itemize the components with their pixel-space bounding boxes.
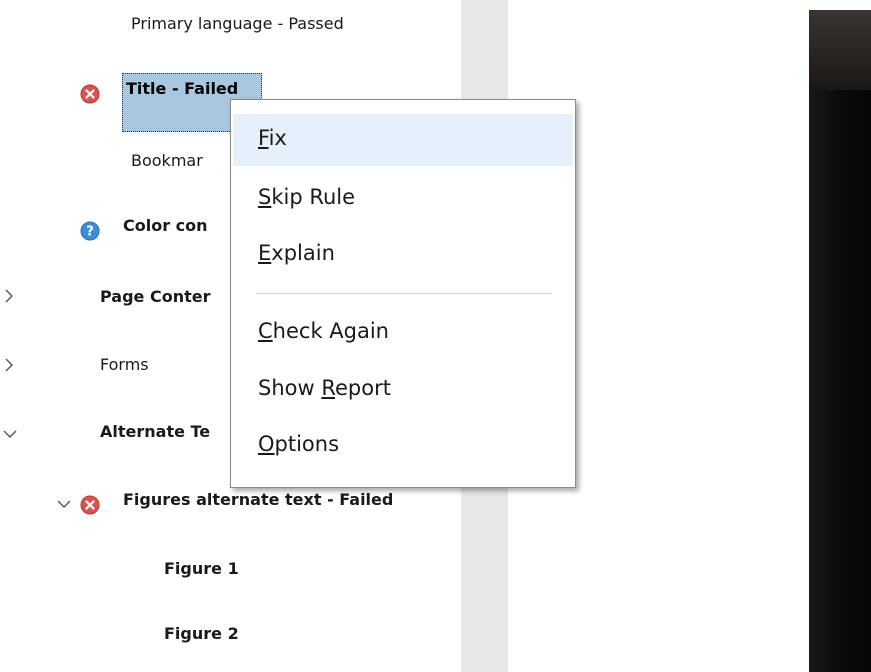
tree-item-figures-alternate-text[interactable]: Figures alternate text - Failed [123,490,393,509]
accel-key: S [258,185,272,209]
failed-icon [80,84,100,104]
menu-item-label: heck Again [272,319,389,343]
menu-item-show-report[interactable]: Show Report [231,364,575,416]
menu-item-fix[interactable]: Fix [233,114,573,166]
chevron-right-icon[interactable] [2,288,16,304]
tree-item-title-label: Title - Failed [126,79,239,98]
document-page-image [809,10,871,672]
chevron-down-icon[interactable] [2,427,18,441]
accel-key: E [258,241,272,265]
tree-item-label: Page Conter [100,287,211,306]
tree-item-bookmarks[interactable]: Bookmar [131,151,203,170]
menu-separator [257,293,551,294]
accel-key: F [258,126,269,150]
svg-text:?: ? [86,225,94,240]
help-icon: ? [80,221,100,241]
menu-item-explain[interactable]: Explain [231,229,575,281]
tree-item-alternate-text[interactable]: Alternate Te [100,422,210,441]
menu-item-check-again[interactable]: Check Again [231,307,575,359]
menu-item-label: xplain [271,241,335,265]
tree-item-label: Figure 2 [164,624,239,643]
menu-item-label: ix [268,126,287,150]
tree-item-label: Figure 1 [164,559,239,578]
tree-item-page-content[interactable]: Page Conter [100,287,210,306]
tree-item-label: Figures alternate text - Failed [123,490,394,509]
menu-item-skip-rule[interactable]: Skip Rule [231,173,575,225]
menu-item-label: kip Rule [271,185,356,209]
context-menu: Fix Skip Rule Explain Check Again Show R… [230,99,576,488]
tree-item-figure-1[interactable]: Figure 1 [164,559,239,578]
tree-item-label: Bookmar [131,151,203,170]
menu-item-label: Show [258,376,322,400]
tree-item-label: Primary language - Passed [131,14,344,33]
menu-item-options[interactable]: Options [231,420,575,472]
menu-item-label: ptions [274,432,340,456]
tree-item-primary-language[interactable]: Primary language - Passed [131,14,344,33]
accel-key: R [321,376,335,400]
accel-key: O [258,432,275,456]
accel-key: C [258,319,273,343]
tree-item-label: Forms [100,355,149,374]
tree-item-label: Color con [123,216,208,235]
failed-icon [80,495,100,515]
tree-item-figure-2[interactable]: Figure 2 [164,624,239,643]
chevron-down-icon[interactable] [56,497,72,511]
tree-item-label: Alternate Te [100,422,211,441]
tree-item-color-contrast[interactable]: Color con [123,216,208,235]
chevron-right-icon[interactable] [2,357,16,373]
menu-item-label: eport [335,376,391,400]
tree-item-forms[interactable]: Forms [100,355,149,374]
